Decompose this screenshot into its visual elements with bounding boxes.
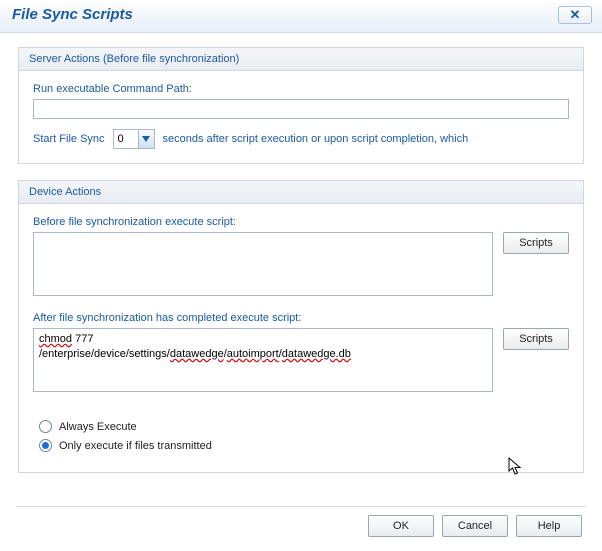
delay-leading-label: Start File Sync [33, 133, 105, 145]
before-scripts-button[interactable]: Scripts [503, 232, 569, 254]
delay-dropdown-button[interactable] [138, 130, 154, 148]
command-path-input[interactable] [33, 99, 569, 119]
radio-icon [39, 439, 52, 452]
dialog-title: File Sync Scripts [12, 6, 133, 23]
radio-always-execute[interactable]: Always Execute [39, 420, 569, 433]
after-script-textarea[interactable]: chmod 777/enterprise/device/settings/dat… [33, 328, 493, 392]
before-script-label: Before file synchronization execute scri… [33, 216, 569, 228]
device-actions-header: Device Actions [19, 181, 583, 204]
close-button[interactable]: ✕ [558, 6, 592, 24]
ok-button[interactable]: OK [368, 515, 434, 537]
button-bar: OK Cancel Help [368, 515, 582, 537]
after-script-label: After file synchronization has completed… [33, 312, 569, 324]
radio-always-label: Always Execute [59, 421, 137, 433]
title-bar: File Sync Scripts ✕ [0, 0, 602, 33]
server-actions-group: Server Actions (Before file synchronizat… [18, 47, 584, 164]
command-path-label: Run executable Command Path: [33, 83, 569, 95]
radio-only-label: Only execute if files transmitted [59, 440, 212, 452]
close-icon: ✕ [570, 7, 581, 23]
device-actions-group: Device Actions Before file synchronizati… [18, 180, 584, 473]
server-actions-header: Server Actions (Before file synchronizat… [19, 48, 583, 71]
cancel-button[interactable]: Cancel [442, 515, 508, 537]
before-script-textarea[interactable] [33, 232, 493, 296]
delay-trailing-label: seconds after script execution or upon s… [163, 133, 469, 145]
after-scripts-button[interactable]: Scripts [503, 328, 569, 350]
separator [16, 506, 586, 507]
help-button[interactable]: Help [516, 515, 582, 537]
dialog-body: Server Actions (Before file synchronizat… [0, 33, 602, 473]
chevron-down-icon [142, 136, 150, 142]
radio-icon [39, 420, 52, 433]
radio-only-if-transmitted[interactable]: Only execute if files transmitted [39, 439, 569, 452]
